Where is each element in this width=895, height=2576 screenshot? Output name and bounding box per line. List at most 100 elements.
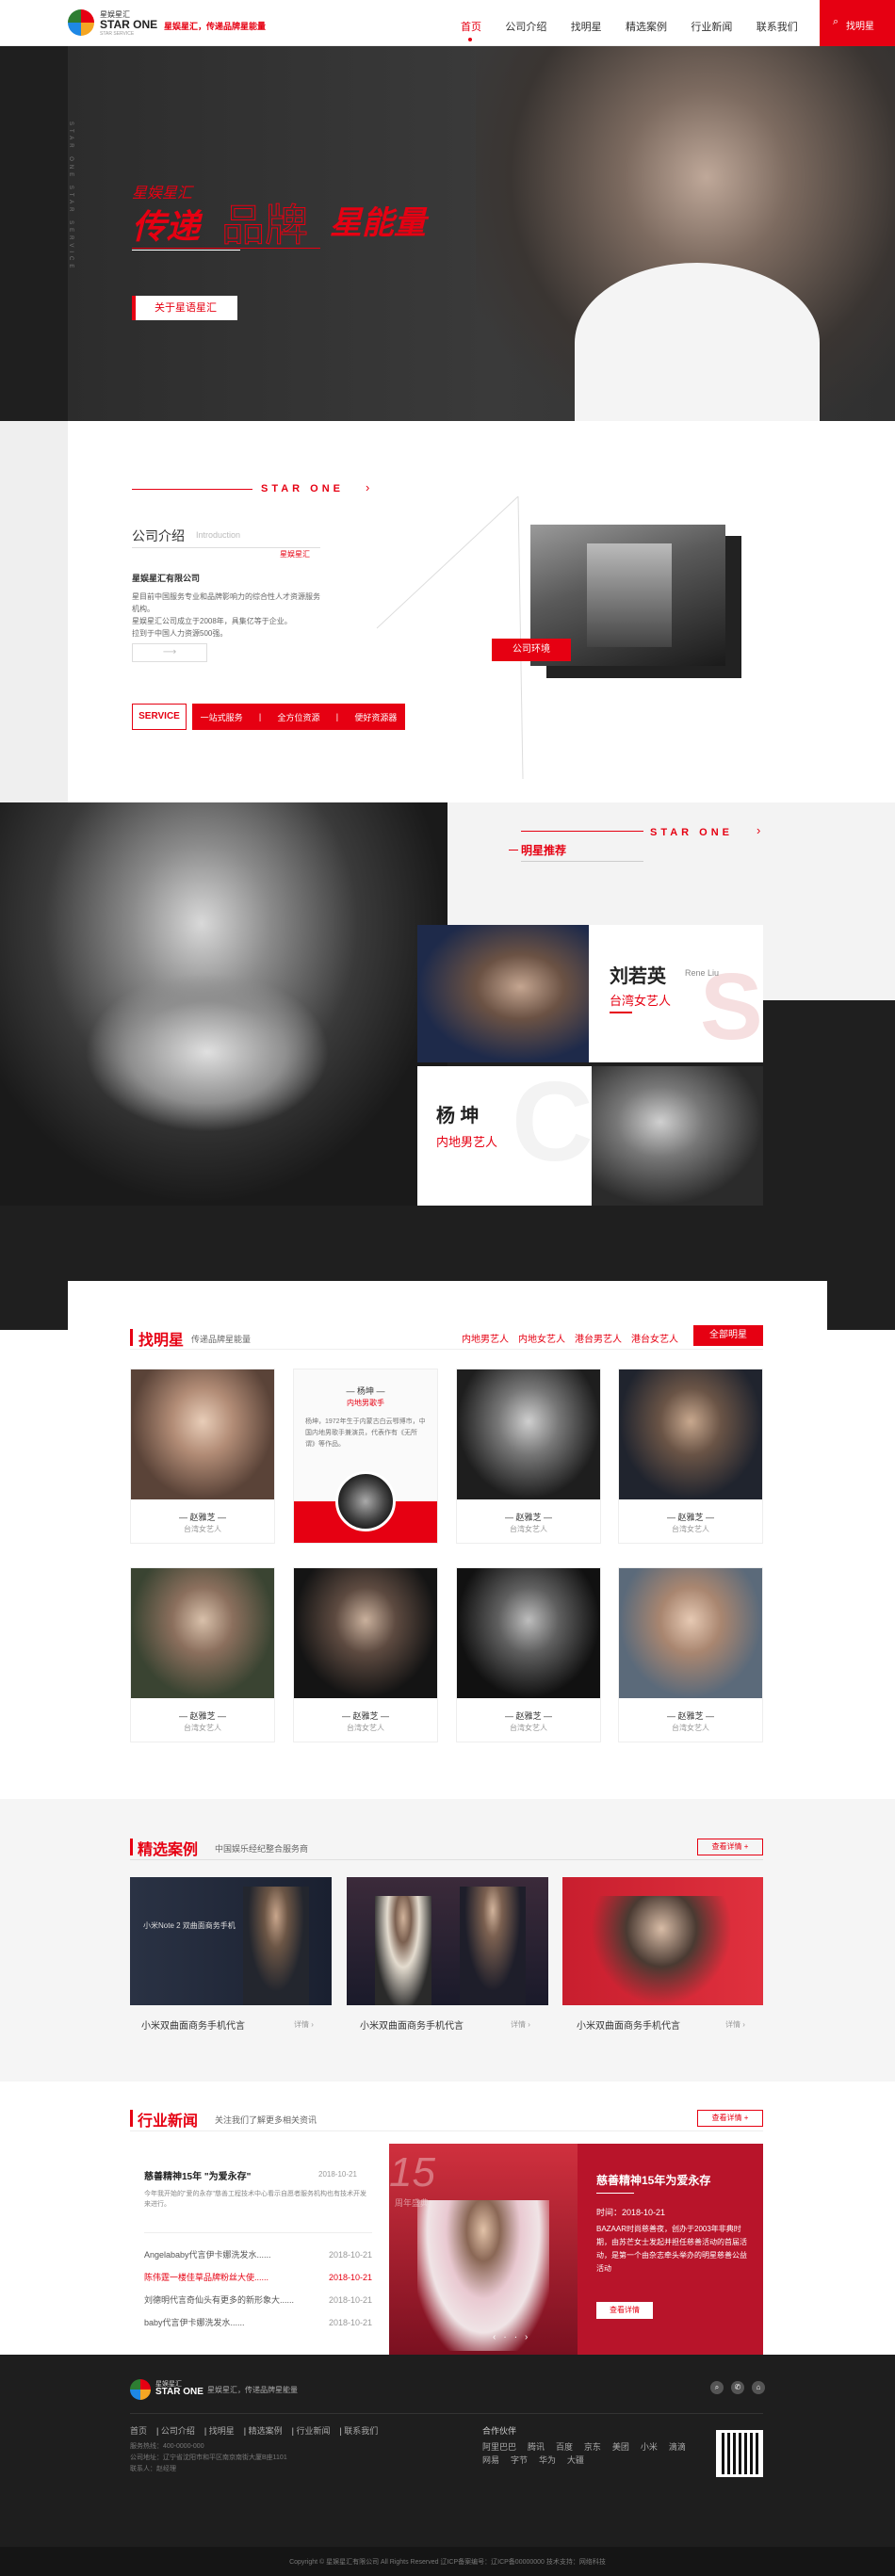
case-caption-3[interactable]: 小米双曲面商务手机代言 <box>577 2017 680 2032</box>
tab-mainland-female[interactable]: 内地女艺人 <box>518 1331 565 1345</box>
all-stars-button[interactable]: 全部明星 <box>693 1325 763 1346</box>
news-row-1[interactable]: Angelababy代言伊卡娜洗发水...... 2018-10-21 <box>144 2244 372 2266</box>
footer-brand-en: STAR ONE <box>155 2387 203 2397</box>
news-row-4[interactable]: baby代言伊卡娜洗发水...... 2018-10-21 <box>144 2311 372 2334</box>
service-tag-2[interactable]: 全方位资源 <box>277 711 319 723</box>
tab-hk-tw-male[interactable]: 港台男艺人 <box>575 1331 622 1345</box>
news-sep <box>130 2130 763 2131</box>
news-feature[interactable]: 15 周年盛典 慈善精神15年为爱永存 时间：2018-10-21 BAZAAR… <box>389 2144 763 2356</box>
chevron-right-icon[interactable]: › <box>525 2332 528 2342</box>
partner-1[interactable]: 阿里巴巴 <box>482 2442 516 2452</box>
nav-find-star[interactable]: 找明星 <box>571 19 602 34</box>
partner-8[interactable]: 网易 <box>482 2455 499 2465</box>
case-people-3 <box>591 1896 732 2005</box>
chevron-left-icon[interactable]: ‹ <box>493 2332 496 2342</box>
tab-mainland-male[interactable]: 内地男艺人 <box>462 1331 509 1345</box>
case-image-3[interactable] <box>562 1877 763 2005</box>
partner-9[interactable]: 字节 <box>511 2455 528 2465</box>
star-card-1[interactable]: — 赵雅芝 — 台湾女艺人 <box>130 1369 275 1544</box>
partner-10[interactable]: 华为 <box>539 2455 556 2465</box>
nav-cases[interactable]: 精选案例 <box>626 19 667 34</box>
star-card-4[interactable]: — 赵雅芝 — 台湾女艺人 <box>130 1567 275 1742</box>
find-title: 找明星 <box>138 1333 185 1349</box>
service-tag-3[interactable]: 便好资源器 <box>354 711 397 723</box>
nav-active-dot <box>468 38 472 41</box>
footer-link-news[interactable]: 行业新闻 <box>296 2426 330 2436</box>
news-feature-button[interactable]: 查看详情 <box>596 2302 653 2319</box>
case-image-1[interactable]: 小米Note 2 双曲面商务手机 <box>130 1877 332 2005</box>
star-card-7[interactable]: — 赵雅芝 — 台湾女艺人 <box>618 1567 763 1742</box>
nav-contact[interactable]: 联系我们 <box>757 19 798 34</box>
case-image-2[interactable] <box>347 1877 548 2005</box>
partner-5[interactable]: 美团 <box>612 2442 629 2452</box>
star-card-3[interactable]: — 赵雅芝 — 台湾女艺人 <box>618 1369 763 1544</box>
star-card-5[interactable]: — 赵雅芝 — 台湾女艺人 <box>293 1567 438 1742</box>
star-name-5: — 赵雅芝 — <box>341 1711 389 1721</box>
partner-2[interactable]: 腾讯 <box>528 2442 545 2452</box>
star-card-6[interactable]: — 赵雅芝 — 台湾女艺人 <box>456 1567 601 1742</box>
star-photo-2 <box>457 1369 600 1499</box>
home-icon[interactable]: ⌂ <box>752 2381 765 2394</box>
intro-more-button[interactable]: ⟶ <box>132 643 207 662</box>
featured-star-card[interactable]: — 杨坤 — 内地男歌手 杨坤，1972年生于内蒙古白云鄂博市，中国内地男歌手兼… <box>293 1369 438 1544</box>
intro-line-3: 星娱星汇公司成立于2008年，具集亿等于企业。 <box>132 617 292 625</box>
nav-news[interactable]: 行业新闻 <box>691 19 732 34</box>
chevron-right-icon[interactable]: › <box>757 823 760 837</box>
case-caption-1[interactable]: 小米双曲面商务手机代言 <box>141 2017 245 2032</box>
copyright: Copyright © 星娱星汇有限公司 All Rights Reserved… <box>289 2559 606 2566</box>
footer-nav: 首页 | 公司介绍 | 找明星 | 精选案例 | 行业新闻 | 联系我们 <box>130 2426 379 2436</box>
case-caption-2[interactable]: 小米双曲面商务手机代言 <box>360 2017 464 2032</box>
footer-logo-icon[interactable] <box>130 2379 151 2400</box>
page-dot-2[interactable]: · <box>514 2332 517 2342</box>
news-more-button[interactable]: 查看详情 + <box>697 2110 763 2127</box>
star-photo-7 <box>619 1568 762 1698</box>
env-label[interactable]: 公司环境 <box>492 639 571 661</box>
service-tag-1[interactable]: 一站式服务 <box>201 711 243 723</box>
case-more-3[interactable]: 详情 › <box>725 2019 745 2030</box>
logo-icon[interactable] <box>68 9 94 36</box>
intro-sep <box>132 547 320 548</box>
partner-3[interactable]: 百度 <box>556 2442 573 2452</box>
news-lead-title[interactable]: 慈善精神15年 "为爱永存" <box>144 2168 251 2182</box>
hero-vertical-text: STAR ONE STAR SERVICE <box>68 122 73 272</box>
about-button[interactable]: 关于星语星汇 <box>134 296 237 320</box>
hero-left-strip <box>0 46 68 421</box>
footer-link-home[interactable]: 首页 <box>130 2426 147 2436</box>
news-feature-pager: ‹ · · › <box>493 2332 528 2342</box>
yang-role: 内地男艺人 <box>436 1135 498 1149</box>
partner-11[interactable]: 大疆 <box>567 2455 584 2465</box>
case-more-1[interactable]: 详情 › <box>294 2019 314 2030</box>
news-feature-title: 慈善精神15年为爱永存 <box>596 2174 711 2187</box>
page-dot-1[interactable]: · <box>503 2332 506 2342</box>
news-row-2[interactable]: 陈伟霆一楼佳草品牌粉丝大使...... 2018-10-21 <box>144 2266 372 2289</box>
site-footer: 星娱星汇 STAR ONE 星娱星汇，传递品牌星能量 ⌕ ✆ ⌂ 首页 | 公司介… <box>0 2355 895 2576</box>
tab-hk-tw-female[interactable]: 港台女艺人 <box>631 1331 678 1345</box>
find-star-cta[interactable]: ⌕ 找明星 <box>820 0 895 46</box>
news-row-3[interactable]: 刘德明代言奇仙头有更多的新形象大...... 2018-10-21 <box>144 2289 372 2311</box>
case-more-2[interactable]: 详情 › <box>511 2019 530 2030</box>
star-card-liu[interactable]: S 刘若英 Rene Liu 台湾女艺人 <box>417 925 763 1062</box>
star-card-yang[interactable]: C 杨 坤 内地男艺人 <box>417 1059 763 1206</box>
partner-7[interactable]: 滴滴 <box>669 2442 686 2452</box>
footer-link-find[interactable]: 找明星 <box>209 2426 235 2436</box>
partner-6[interactable]: 小米 <box>641 2442 658 2452</box>
star-photo-3 <box>619 1369 762 1499</box>
star-card-2[interactable]: — 赵雅芝 — 台湾女艺人 <box>456 1369 601 1544</box>
stars-brand-label: STAR ONE <box>650 827 734 838</box>
intro-sub-label: 星娱星汇 <box>280 550 310 559</box>
phone-icon[interactable]: ✆ <box>731 2381 744 2394</box>
liu-role: 台湾女艺人 <box>610 994 672 1008</box>
partner-4[interactable]: 京东 <box>584 2442 601 2452</box>
site-header: 星娱星汇 STAR ONE STAR SERVICE 星娱星汇，传递品牌星能量 … <box>0 0 895 46</box>
footer-link-cases[interactable]: 精选案例 <box>249 2426 283 2436</box>
footer-link-about[interactable]: 公司介绍 <box>161 2426 195 2436</box>
nav-about[interactable]: 公司介绍 <box>505 19 546 34</box>
header-slogan: 星娱星汇，传递品牌星能量 <box>164 22 267 31</box>
stars-dot <box>509 850 518 851</box>
star-name-3: — 赵雅芝 — <box>666 1513 714 1522</box>
search-icon[interactable]: ⌕ <box>710 2381 724 2394</box>
footer-link-contact[interactable]: 联系我们 <box>344 2426 378 2436</box>
chevron-right-icon[interactable]: › <box>366 480 369 494</box>
cases-more-button[interactable]: 查看详情 + <box>697 1839 763 1855</box>
nav-home[interactable]: 首页 <box>461 19 481 34</box>
